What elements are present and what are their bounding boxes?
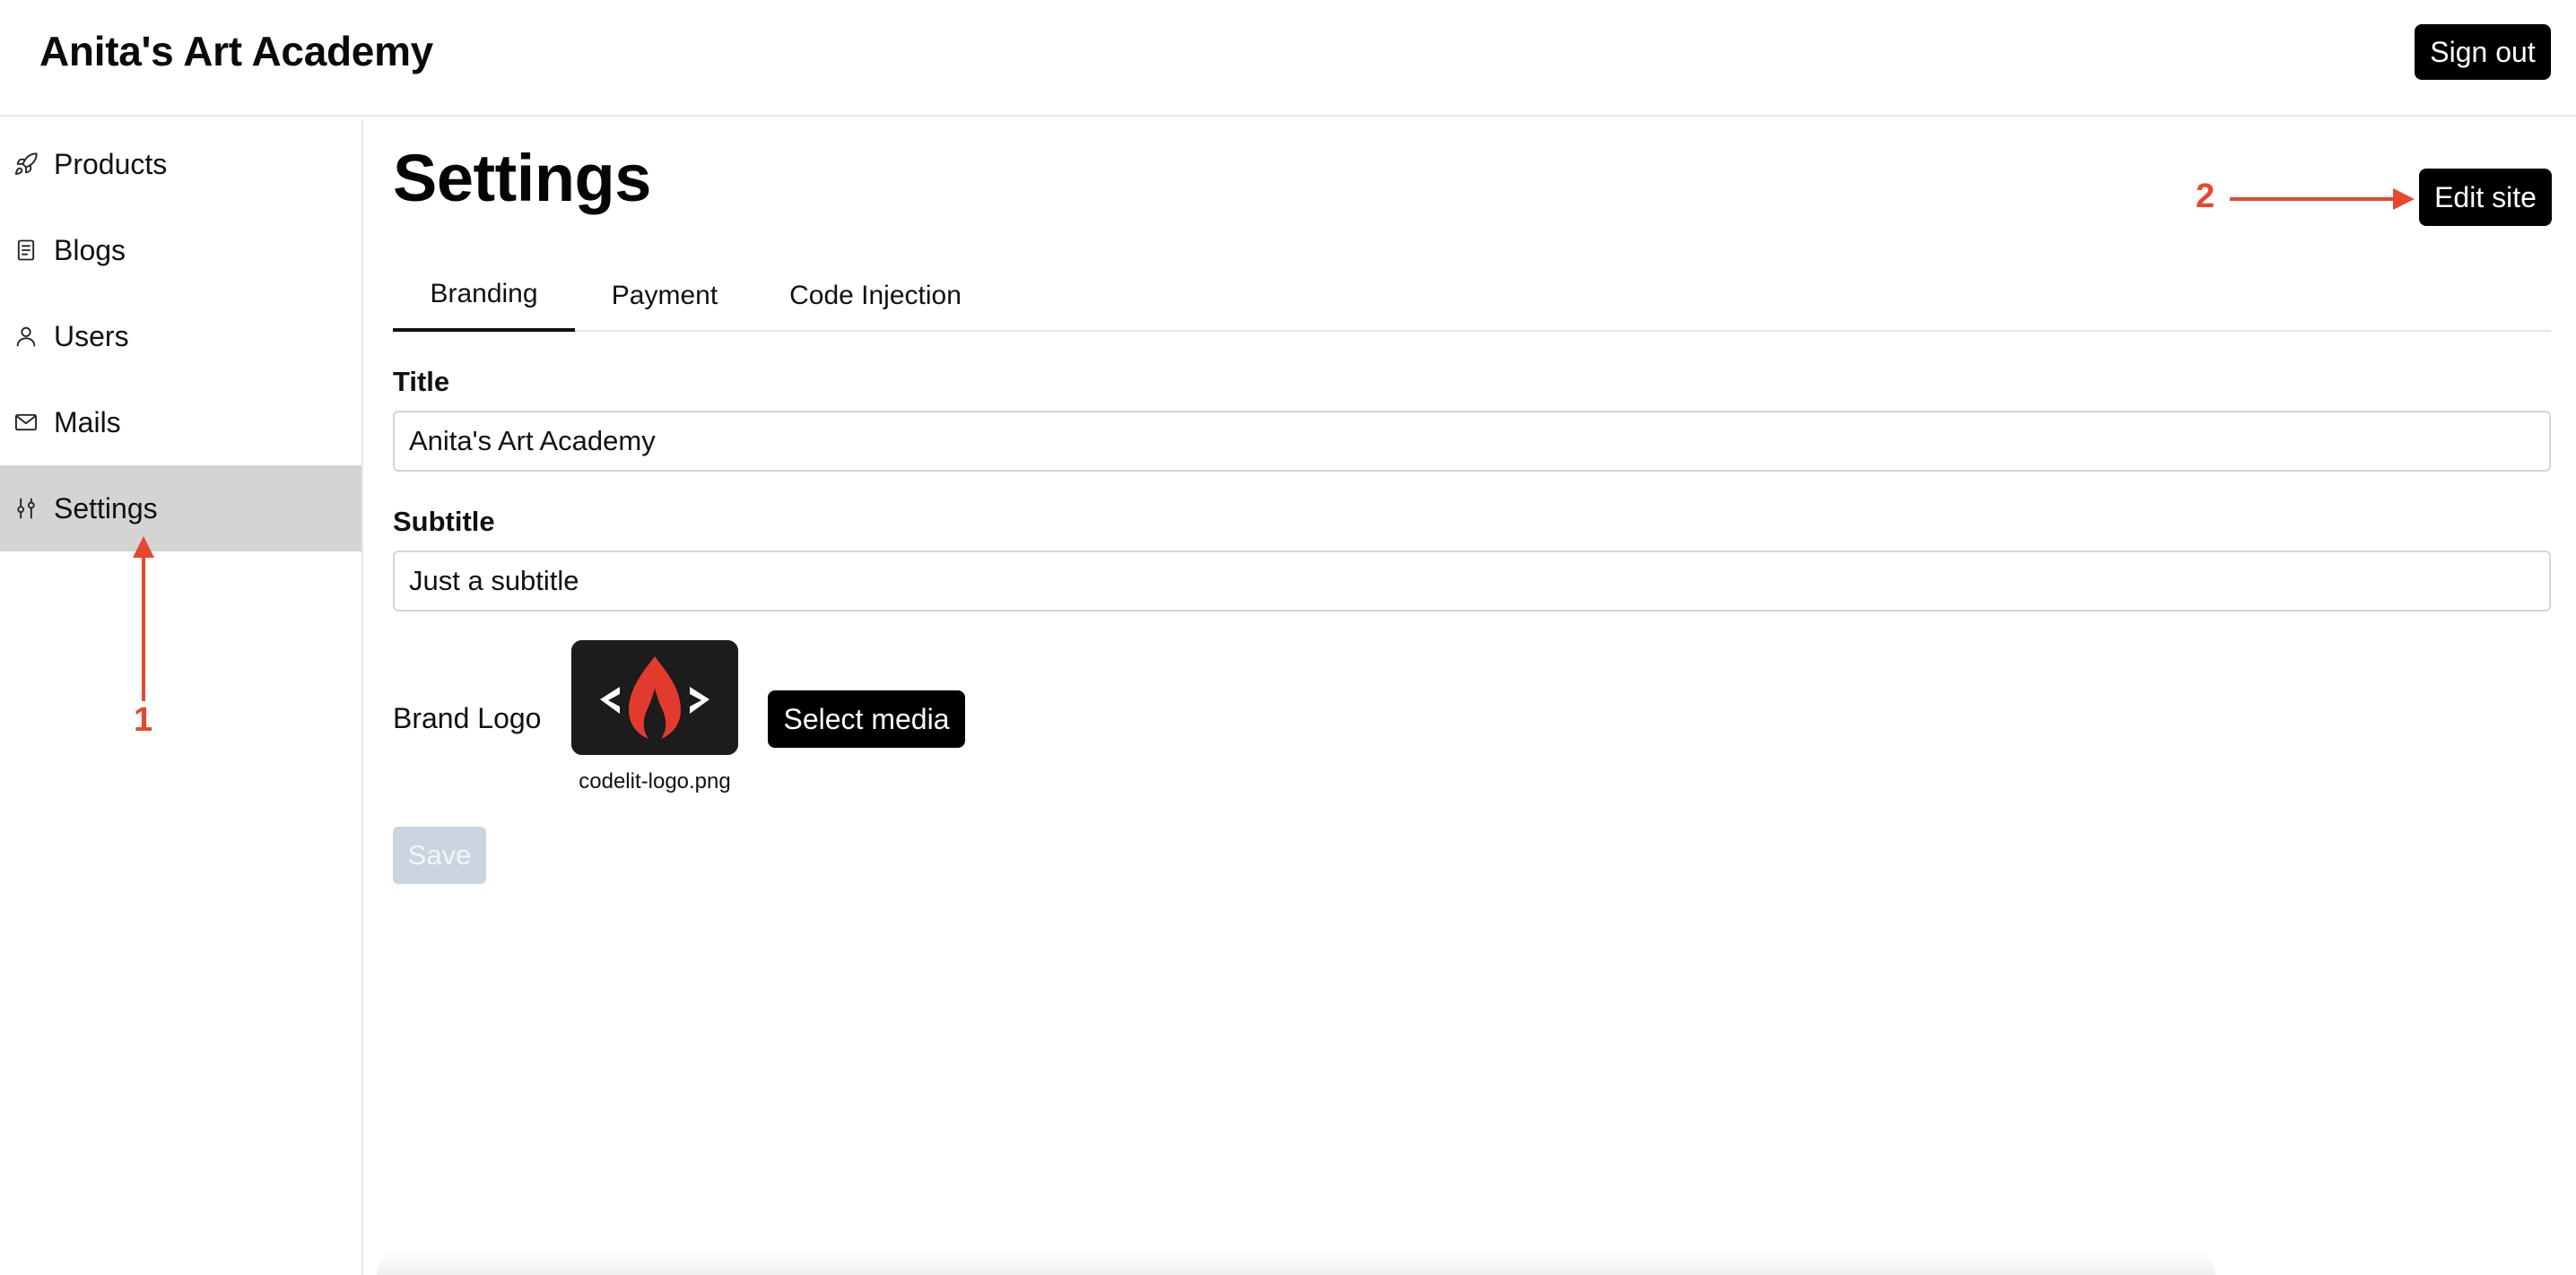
sidebar-item-label: Blogs <box>54 233 126 266</box>
sidebar-item-label: Products <box>54 147 168 180</box>
sidebar-item-products[interactable]: Products <box>0 121 361 207</box>
mail-icon <box>13 409 39 436</box>
tab-branding[interactable]: Branding <box>393 260 575 332</box>
app-title: Anita's Art Academy <box>39 28 433 74</box>
sidebar-item-users[interactable]: Users <box>0 293 361 379</box>
sidebar-item-label: Settings <box>54 491 158 525</box>
annotation-number-2: 2 <box>2196 178 2215 215</box>
annotation-arrow-up <box>133 536 154 701</box>
brand-logo-image <box>571 640 738 755</box>
bottom-shadow <box>377 1248 2215 1275</box>
sidebar-item-settings[interactable]: Settings <box>0 465 361 551</box>
settings-tabs: Branding Payment Code Injection <box>393 260 2551 332</box>
code-flame-icon <box>571 640 738 755</box>
document-icon <box>13 237 39 264</box>
edit-site-button[interactable]: Edit site <box>2419 169 2552 226</box>
sidebar-item-label: Mails <box>54 405 121 438</box>
annotation-arrow-right <box>2230 188 2415 210</box>
sidebar-item-mails[interactable]: Mails <box>0 379 361 465</box>
logo-filename: codelit-logo.png <box>579 769 731 794</box>
title-input[interactable] <box>393 411 2551 472</box>
annotation-number-1: 1 <box>134 701 153 739</box>
page-title: Settings <box>393 141 651 215</box>
title-label: Title <box>393 366 450 397</box>
sidebar-item-blogs[interactable]: Blogs <box>0 207 361 293</box>
rocket-icon <box>13 151 39 178</box>
subtitle-input[interactable] <box>393 551 2551 611</box>
sign-out-button[interactable]: Sign out <box>2415 24 2551 80</box>
save-button[interactable]: Save <box>393 827 486 884</box>
sidebar: Products Blogs Users Mails Settings <box>0 119 363 1275</box>
tab-code-injection[interactable]: Code Injection <box>754 260 996 332</box>
select-media-button[interactable]: Select media <box>768 690 965 748</box>
user-icon <box>13 323 39 350</box>
sliders-icon <box>13 495 39 522</box>
top-header: Anita's Art Academy Sign out <box>0 0 2576 117</box>
brand-logo-label: Brand Logo <box>393 702 542 734</box>
subtitle-label: Subtitle <box>393 506 495 537</box>
sidebar-item-label: Users <box>54 319 129 352</box>
tab-payment[interactable]: Payment <box>575 260 754 332</box>
